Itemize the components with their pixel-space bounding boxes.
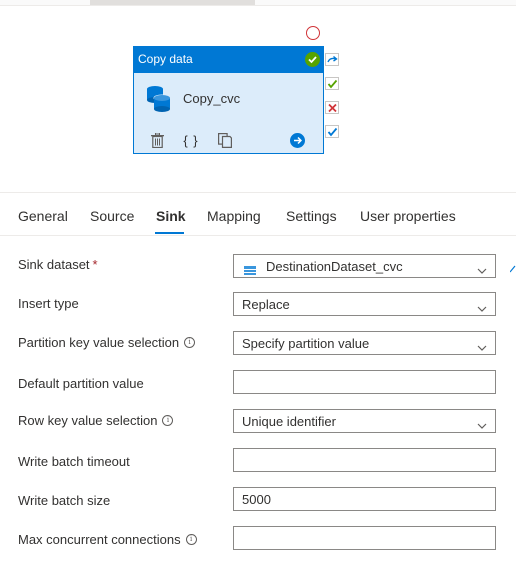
max-connections-label: Max concurrent connections i — [18, 532, 197, 547]
pipeline-tab-stub[interactable] — [90, 0, 255, 5]
success-port-check-icon[interactable] — [325, 77, 339, 90]
activity-header: Copy data — [134, 47, 323, 73]
insert-type-label: Insert type — [18, 296, 79, 311]
tab-general[interactable]: General — [18, 208, 68, 224]
tab-settings[interactable]: Settings — [286, 208, 337, 224]
completion-port-check-icon[interactable] — [325, 125, 339, 138]
sink-dataset-value: DestinationDataset_cvc — [266, 259, 403, 274]
properties-tab-bar: General Source Sink Mapping Settings Use… — [0, 193, 516, 236]
chevron-down-icon — [477, 416, 487, 434]
insert-type-dropdown[interactable]: Replace — [233, 292, 496, 316]
default-partition-input[interactable] — [233, 370, 496, 394]
code-braces-icon[interactable]: { } — [182, 131, 200, 149]
tab-user-properties[interactable]: User properties — [360, 208, 456, 224]
copy-icon[interactable] — [216, 131, 234, 149]
insert-type-value: Replace — [242, 297, 290, 312]
canvas-top-bar — [0, 0, 516, 6]
write-batch-size-label: Write batch size — [18, 493, 111, 508]
info-icon[interactable]: i — [162, 415, 174, 426]
chevron-down-icon — [477, 261, 487, 279]
activity-type-label: Copy data — [138, 52, 193, 66]
tab-sink[interactable]: Sink — [156, 208, 186, 224]
table-dataset-icon — [244, 262, 256, 275]
trash-icon[interactable] — [148, 131, 166, 149]
failure-port-x-icon[interactable] — [325, 101, 339, 114]
max-connections-input[interactable] — [233, 526, 496, 550]
tab-mapping[interactable]: Mapping — [207, 208, 261, 224]
sink-dataset-dropdown[interactable]: DestinationDataset_cvc — [233, 254, 496, 278]
partition-key-dropdown[interactable]: Specify partition value — [233, 331, 496, 355]
database-icon — [146, 85, 172, 118]
default-partition-label: Default partition value — [18, 376, 144, 391]
row-key-label: Row key value selection i — [18, 413, 174, 428]
row-key-value: Unique identifier — [242, 414, 336, 429]
chevron-down-icon — [477, 338, 487, 356]
chevron-down-icon — [477, 299, 487, 317]
skip-redo-port-icon[interactable] — [325, 53, 339, 66]
partition-key-label: Partition key value selection i — [18, 335, 196, 350]
required-marker: * — [92, 257, 98, 272]
activity-name: Copy_cvc — [183, 91, 241, 106]
write-batch-timeout-label: Write batch timeout — [18, 454, 130, 469]
info-icon[interactable]: i — [184, 337, 196, 348]
tab-source[interactable]: Source — [90, 208, 134, 224]
write-batch-timeout-input[interactable] — [233, 448, 496, 472]
arrow-right-circle-icon[interactable] — [288, 131, 306, 149]
copy-data-activity[interactable]: Copy data Copy_cvc {} — [133, 46, 324, 154]
success-check-icon — [305, 52, 320, 67]
sink-dataset-label: Sink dataset * — [18, 257, 98, 272]
active-tab-indicator — [155, 232, 184, 234]
row-key-dropdown[interactable]: Unique identifier — [233, 409, 496, 433]
write-batch-size-input[interactable] — [233, 487, 496, 511]
info-icon[interactable]: i — [185, 534, 197, 545]
edit-pencil-icon[interactable] — [509, 265, 516, 276]
pipeline-canvas[interactable]: Copy data Copy_cvc {} — [0, 0, 516, 192]
partition-key-value: Specify partition value — [242, 336, 370, 351]
error-indicator-icon — [306, 26, 320, 40]
